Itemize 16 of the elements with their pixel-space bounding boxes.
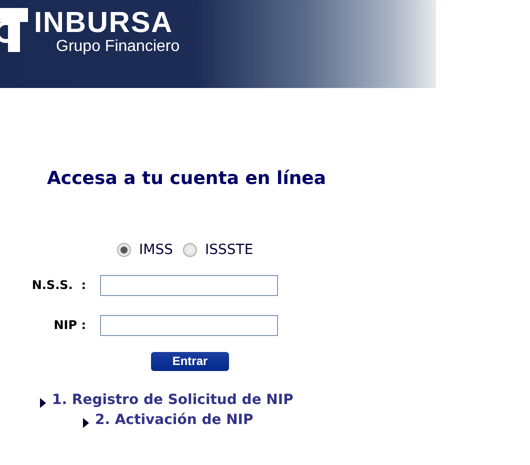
brand-name: INBURSA [34, 8, 174, 38]
field-label: NIP : [52, 318, 86, 332]
link[interactable]: 2. Activación de NIP [95, 410, 254, 428]
brand-subtitle: Grupo Financiero [56, 38, 180, 56]
bullet-icon [83, 418, 89, 428]
radio-button[interactable] [117, 243, 131, 257]
page-title: Accesa a tu cuenta en línea [47, 168, 328, 190]
input-field[interactable] [100, 274, 278, 296]
radio-label[interactable]: IMSS [139, 242, 173, 258]
submit-button[interactable]: Entrar [151, 352, 229, 370]
link[interactable]: 1. Registro de Solicitud de NIP [52, 390, 294, 408]
radio-label[interactable]: ISSSTE [204, 242, 254, 258]
radio-button[interactable] [182, 243, 197, 257]
bullet-icon [40, 398, 46, 408]
input-field[interactable] [100, 314, 278, 336]
field-label: N.S.S. : [30, 278, 86, 292]
